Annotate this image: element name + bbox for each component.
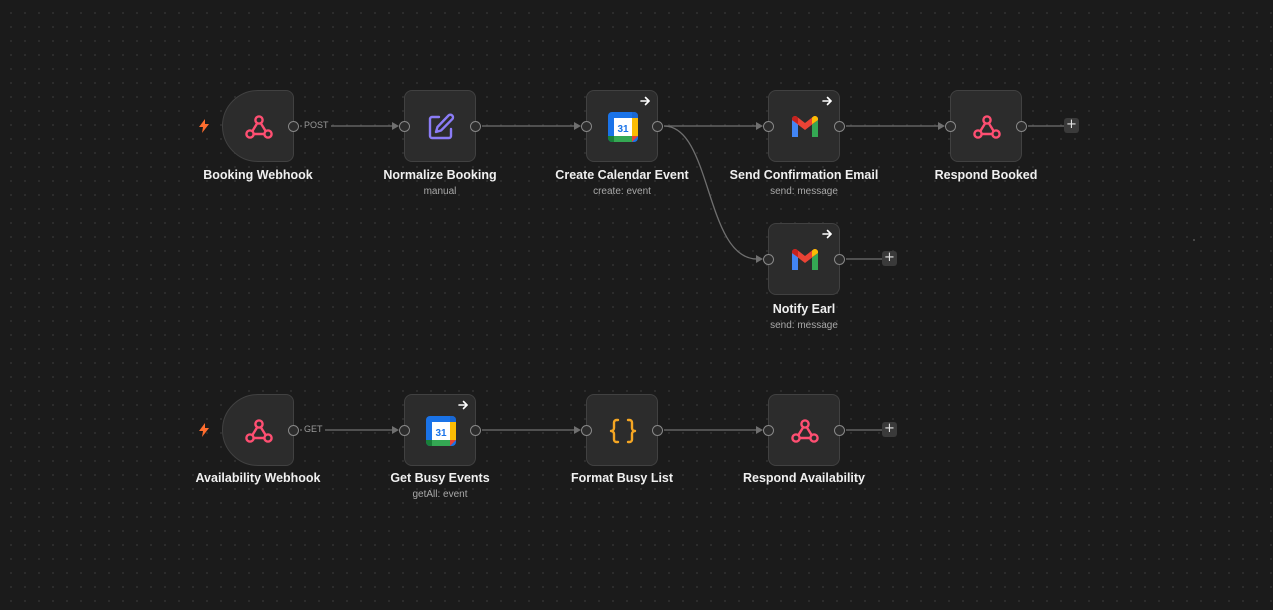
- input-port[interactable]: [581, 121, 592, 132]
- output-port[interactable]: [288, 121, 299, 132]
- add-node-button[interactable]: +: [1064, 118, 1079, 133]
- node-notify-earl[interactable]: [763, 223, 845, 295]
- gmail-icon: [789, 111, 821, 143]
- node-subtitle: create: event: [593, 186, 651, 197]
- arrow-right-icon: [639, 95, 651, 107]
- input-port[interactable]: [945, 121, 956, 132]
- connection-normalize-to-calendar: [482, 122, 581, 130]
- edge-label-get: GET: [302, 424, 325, 435]
- code-icon: [607, 415, 639, 447]
- connection-calendar-to-email: [664, 122, 763, 130]
- output-port[interactable]: [470, 425, 481, 436]
- arrow-right-icon: [457, 399, 469, 411]
- node-title: Get Busy Events: [390, 471, 490, 485]
- output-port[interactable]: [652, 425, 663, 436]
- output-port[interactable]: [1016, 121, 1027, 132]
- node-title: Respond Availability: [742, 471, 865, 485]
- node-subtitle: send: message: [770, 320, 838, 331]
- input-port[interactable]: [581, 425, 592, 436]
- node-subtitle: getAll: event: [412, 489, 468, 500]
- node-respond-booked[interactable]: [945, 90, 1027, 162]
- output-port[interactable]: [834, 254, 845, 265]
- node-title: Send Confirmation Email: [729, 168, 879, 182]
- webhook-icon: [789, 415, 821, 447]
- webhook-icon: [971, 111, 1003, 143]
- node-title: Notify Earl: [772, 302, 836, 316]
- connection-email-to-respond: [846, 122, 945, 130]
- node-create-calendar-event[interactable]: 31: [581, 90, 663, 162]
- add-node-button[interactable]: +: [882, 251, 897, 266]
- canvas-dot: [1193, 239, 1195, 241]
- calendar-day: 31: [435, 428, 447, 439]
- node-send-confirmation-email[interactable]: [763, 90, 845, 162]
- input-port[interactable]: [763, 254, 774, 265]
- connection-busy-to-format: [482, 426, 581, 434]
- node-respond-availability[interactable]: [763, 394, 845, 466]
- arrow-right-icon: [821, 228, 833, 240]
- output-port[interactable]: [288, 425, 299, 436]
- output-port[interactable]: [834, 425, 845, 436]
- connection-format-to-respond: [664, 426, 763, 434]
- node-subtitle: manual: [423, 186, 457, 197]
- output-port[interactable]: [652, 121, 663, 132]
- node-availability-webhook[interactable]: [222, 394, 299, 466]
- edit-icon: [425, 111, 457, 143]
- trigger-bolt-icon: [198, 423, 210, 437]
- output-port[interactable]: [470, 121, 481, 132]
- node-normalize-booking[interactable]: [399, 90, 481, 162]
- webhook-icon: [243, 415, 275, 447]
- node-title: Normalize Booking: [383, 168, 497, 182]
- workflow-canvas[interactable]: POST GET Booking Webhook Normalize Booki…: [0, 0, 1273, 610]
- input-port[interactable]: [763, 121, 774, 132]
- webhook-icon: [243, 111, 275, 143]
- output-port[interactable]: [834, 121, 845, 132]
- edge-label-post: POST: [302, 120, 331, 131]
- node-title: Create Calendar Event: [555, 168, 689, 182]
- add-node-button[interactable]: +: [882, 422, 897, 437]
- arrow-right-icon: [821, 95, 833, 107]
- trigger-bolt-icon: [198, 119, 210, 133]
- google-calendar-icon: 31: [607, 111, 639, 143]
- input-port[interactable]: [399, 121, 410, 132]
- node-booking-webhook[interactable]: [222, 90, 299, 162]
- gmail-icon: [789, 244, 821, 276]
- input-port[interactable]: [399, 425, 410, 436]
- node-title: Format Busy List: [570, 471, 674, 485]
- node-subtitle: send: message: [770, 186, 838, 197]
- node-title: Booking Webhook: [203, 168, 313, 182]
- node-title: Availability Webhook: [195, 471, 321, 485]
- node-format-busy-list[interactable]: [581, 394, 663, 466]
- input-port[interactable]: [763, 425, 774, 436]
- node-title: Respond Booked: [934, 168, 1038, 182]
- node-get-busy-events[interactable]: 31: [399, 394, 481, 466]
- google-calendar-icon: 31: [425, 415, 457, 447]
- calendar-day: 31: [617, 124, 629, 135]
